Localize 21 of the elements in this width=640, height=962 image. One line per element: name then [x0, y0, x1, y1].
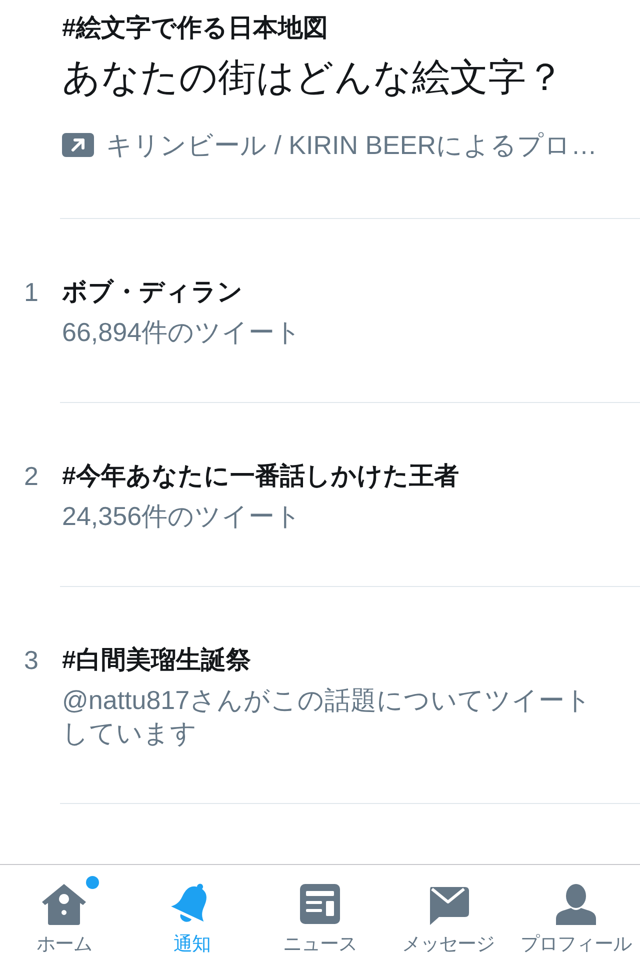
tab-button[interactable]: プロフィール [512, 865, 640, 962]
promoted-label: キリンビール / KIRIN BEERによるプロ… [106, 129, 598, 162]
trend-rank: 2 [24, 460, 38, 493]
tab-button[interactable]: メッセージ [384, 865, 512, 962]
trend-hashtag[interactable]: #絵文字で作る日本地図 [62, 11, 620, 45]
trend-name[interactable]: ボブ・ディラン [62, 275, 596, 309]
tab-button[interactable]: 通知 [128, 865, 256, 962]
tab-button[interactable]: ホーム [0, 865, 128, 962]
trend-rank: 1 [24, 276, 38, 309]
trend-rank: 3 [24, 644, 38, 677]
person-icon [553, 881, 599, 927]
trend-tweet-count: 24,356件のツイート [62, 500, 303, 533]
tab-button[interactable]: ニュース [256, 865, 384, 962]
trend-name[interactable]: #今年あなたに一番話しかけた王者 [62, 459, 596, 493]
birdhouse-icon [41, 881, 87, 927]
arrow-square-icon [62, 133, 94, 157]
newspaper-icon [297, 881, 343, 927]
trend-tweet-count: 66,894件のツイート [62, 316, 303, 349]
trend-tweet-count: @nattu817さんがこの話題についてツイートしています [62, 684, 593, 750]
trend-name[interactable]: #白間美瑠生誕祭 [62, 643, 596, 677]
trend-tagline: あなたの街はどんな絵文字？ [62, 56, 565, 100]
